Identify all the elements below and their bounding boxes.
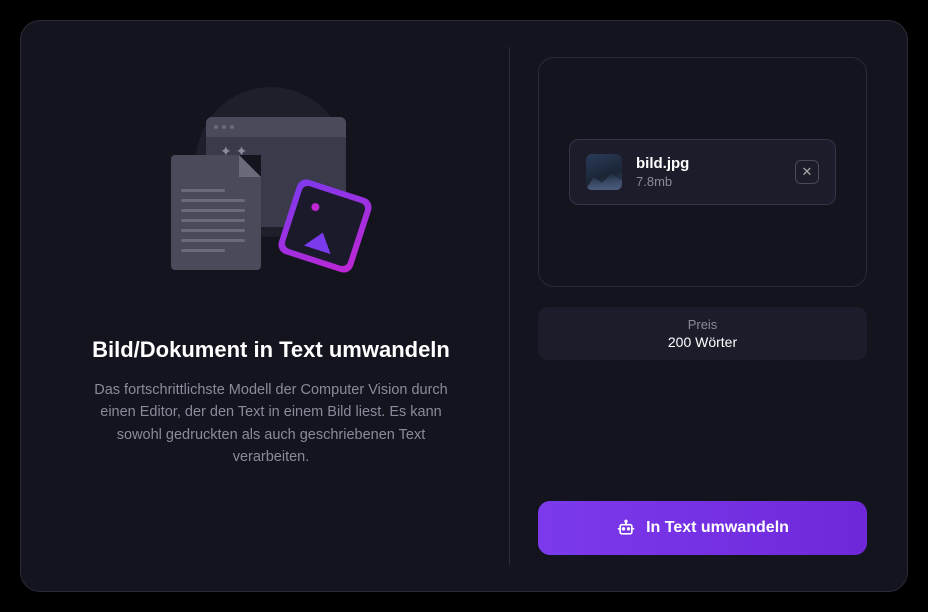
close-icon: ✕: [802, 164, 813, 180]
convert-button-label: In Text umwandeln: [646, 519, 789, 537]
file-size: 7.8mb: [636, 174, 781, 189]
price-box: Preis 200 Wörter: [538, 307, 867, 360]
remove-file-button[interactable]: ✕: [795, 160, 819, 184]
price-label: Preis: [548, 317, 857, 332]
page-description: Das fortschrittlichste Modell der Comput…: [81, 379, 461, 469]
page-title: Bild/Dokument in Text umwandeln: [92, 337, 450, 363]
file-name: bild.jpg: [636, 155, 781, 172]
action-panel: bild.jpg 7.8mb ✕ Preis 200 Wörter: [538, 57, 867, 555]
conversion-card: ✦ ✦ Bild/Dokument in Text umwandeln: [20, 20, 908, 592]
price-value: 200 Wörter: [548, 334, 857, 350]
file-thumbnail: [586, 154, 622, 190]
file-info: bild.jpg 7.8mb: [636, 155, 781, 189]
hero-illustration: ✦ ✦: [151, 77, 391, 297]
convert-button[interactable]: In Text umwandeln: [538, 501, 867, 555]
info-panel: ✦ ✦ Bild/Dokument in Text umwandeln: [61, 57, 481, 555]
vertical-divider: [509, 47, 510, 565]
robot-icon: [616, 518, 636, 538]
upload-dropzone[interactable]: bild.jpg 7.8mb ✕: [538, 57, 867, 287]
uploaded-file-item: bild.jpg 7.8mb ✕: [569, 139, 836, 205]
